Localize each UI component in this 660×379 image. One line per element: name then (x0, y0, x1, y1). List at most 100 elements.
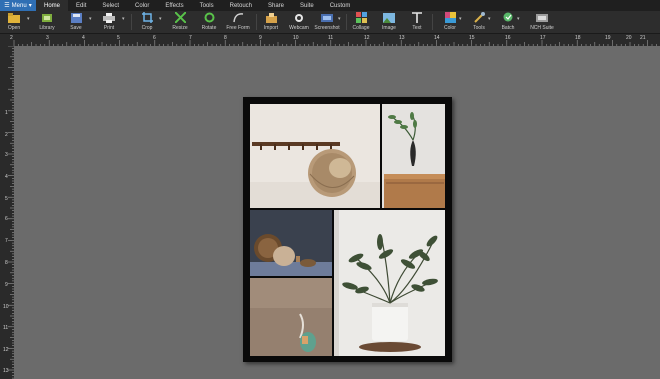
free-form-icon (232, 12, 244, 23)
ruler-tick-label: 5 (117, 35, 120, 41)
collage-photo-plant[interactable] (334, 210, 445, 356)
screenshot-button[interactable]: Screenshot (314, 11, 340, 33)
ruler-tick-label: 3 (46, 35, 49, 41)
import-icon (265, 12, 277, 23)
ruler-tick-label: 9 (5, 282, 8, 288)
library-label: Library (39, 25, 55, 31)
library-icon (41, 12, 53, 23)
horizontal-ruler[interactable]: 2 3 4 5 6 7 8 9 10 11 12 13 14 15 16 17 … (0, 34, 660, 46)
ruler-tick-label: 14 (434, 35, 440, 41)
menu-button[interactable]: ☰ Menu ▾ (0, 0, 36, 11)
tab-tools[interactable]: Tools (192, 0, 222, 11)
batch-dropdown-icon[interactable]: ▾ (517, 16, 520, 22)
plant-photo-image (334, 210, 445, 356)
ruler-tick-label: 9 (259, 35, 262, 41)
nch-suite-button[interactable]: NCH Suite (528, 11, 556, 33)
ruler-tick-label: 12 (364, 35, 370, 41)
ruler-tick-label: 8 (5, 260, 8, 266)
rotate-button[interactable]: Rotate (198, 11, 220, 33)
collage-photo-wall-hook[interactable] (250, 278, 332, 356)
tools-label: Tools (473, 25, 485, 31)
tab-share[interactable]: Share (260, 0, 292, 11)
ruler-tick-label: 11 (328, 35, 334, 41)
nch-suite-label: NCH Suite (530, 25, 554, 31)
tab-retouch[interactable]: Retouch (222, 0, 260, 11)
ruler-tick-label: 13 (399, 35, 405, 41)
vertical-ruler[interactable]: 1 2 3 4 5 6 7 8 9 10 11 12 13 (0, 46, 14, 379)
image-button[interactable]: Image (380, 11, 398, 33)
collage-icon (355, 12, 367, 23)
tab-color[interactable]: Color (127, 0, 157, 11)
ruler-tick-label: 15 (469, 35, 475, 41)
batch-label: Batch (501, 25, 515, 31)
ruler-tick-label: 6 (5, 216, 8, 222)
batch-button[interactable]: Batch (498, 11, 518, 33)
batch-icon (502, 12, 514, 23)
print-button[interactable]: Print (99, 11, 119, 33)
ruler-tick-label: 19 (605, 35, 611, 41)
ruler-tick-label: 2 (10, 35, 13, 41)
tab-select[interactable]: Select (94, 0, 127, 11)
ruler-tick-label: 11 (3, 325, 9, 331)
collage-photo-vase[interactable] (382, 104, 445, 208)
open-button[interactable]: Open (4, 11, 24, 33)
free-form-label: Free Form (226, 25, 250, 31)
save-button[interactable]: Save (66, 11, 86, 33)
crop-button[interactable]: Crop (137, 11, 157, 33)
menu-label: Menu (11, 2, 27, 9)
color-label: Color (444, 25, 456, 31)
crop-icon (141, 12, 153, 23)
menu-bar: ☰ Menu ▾ Home Edit Select Color Effects … (0, 0, 660, 11)
tools-icon (473, 12, 485, 23)
print-label: Print (103, 25, 115, 31)
webcam-label: Webcam (289, 25, 309, 31)
printer-icon (103, 12, 115, 23)
ruler-tick-label: 13 (3, 368, 9, 374)
toolbar-divider (131, 14, 132, 30)
color-dropdown-icon[interactable]: ▾ (459, 16, 462, 22)
open-label: Open (7, 25, 21, 31)
image-icon (383, 12, 395, 23)
crop-dropdown-icon[interactable]: ▾ (159, 16, 162, 22)
tab-custom[interactable]: Custom (322, 0, 359, 11)
folder-open-icon (8, 12, 20, 23)
toolbar-divider (256, 14, 257, 30)
ruler-tick-label: 2 (5, 132, 8, 138)
ruler-tick-label: 6 (153, 35, 156, 41)
color-button[interactable]: Color (440, 11, 460, 33)
tab-effects[interactable]: Effects (157, 0, 191, 11)
import-button[interactable]: Import (262, 11, 280, 33)
ruler-tick-label: 16 (505, 35, 511, 41)
toolbar: Open ▾ Library Save ▾ Print ▾ Crop ▾ Res… (0, 11, 660, 34)
collage-button[interactable]: Collage (352, 11, 370, 33)
screenshot-dropdown-icon[interactable]: ▾ (338, 16, 341, 22)
collage-label: Collage (352, 25, 370, 31)
text-label: Text (412, 25, 422, 31)
text-button[interactable]: Text (408, 11, 426, 33)
print-dropdown-icon[interactable]: ▾ (122, 16, 125, 22)
save-dropdown-icon[interactable]: ▾ (89, 16, 92, 22)
collage-photo-bowls[interactable] (250, 210, 332, 276)
resize-button[interactable]: Resize (169, 11, 191, 33)
library-button[interactable]: Library (36, 11, 58, 33)
free-form-button[interactable]: Free Form (226, 11, 250, 33)
collage-photo-hat[interactable] (250, 104, 380, 208)
webcam-button[interactable]: Webcam (289, 11, 309, 33)
ruler-tick-label: 7 (189, 35, 192, 41)
tab-suite[interactable]: Suite (292, 0, 322, 11)
resize-label: Resize (172, 25, 188, 31)
collage-page[interactable] (243, 97, 452, 362)
nch-suite-icon (536, 12, 548, 23)
hamburger-icon: ☰ (4, 3, 10, 9)
toolbar-divider (346, 14, 347, 30)
rotate-label: Rotate (201, 25, 217, 31)
tools-dropdown-icon[interactable]: ▾ (488, 16, 491, 22)
tools-button[interactable]: Tools (469, 11, 489, 33)
ruler-tick-label: 5 (5, 196, 8, 202)
tab-edit[interactable]: Edit (68, 0, 94, 11)
import-label: Import (263, 25, 279, 31)
tab-home[interactable]: Home (36, 0, 69, 11)
open-dropdown-icon[interactable]: ▾ (27, 16, 30, 22)
ruler-tick-label: 1 (5, 110, 8, 116)
webcam-icon (293, 12, 305, 23)
